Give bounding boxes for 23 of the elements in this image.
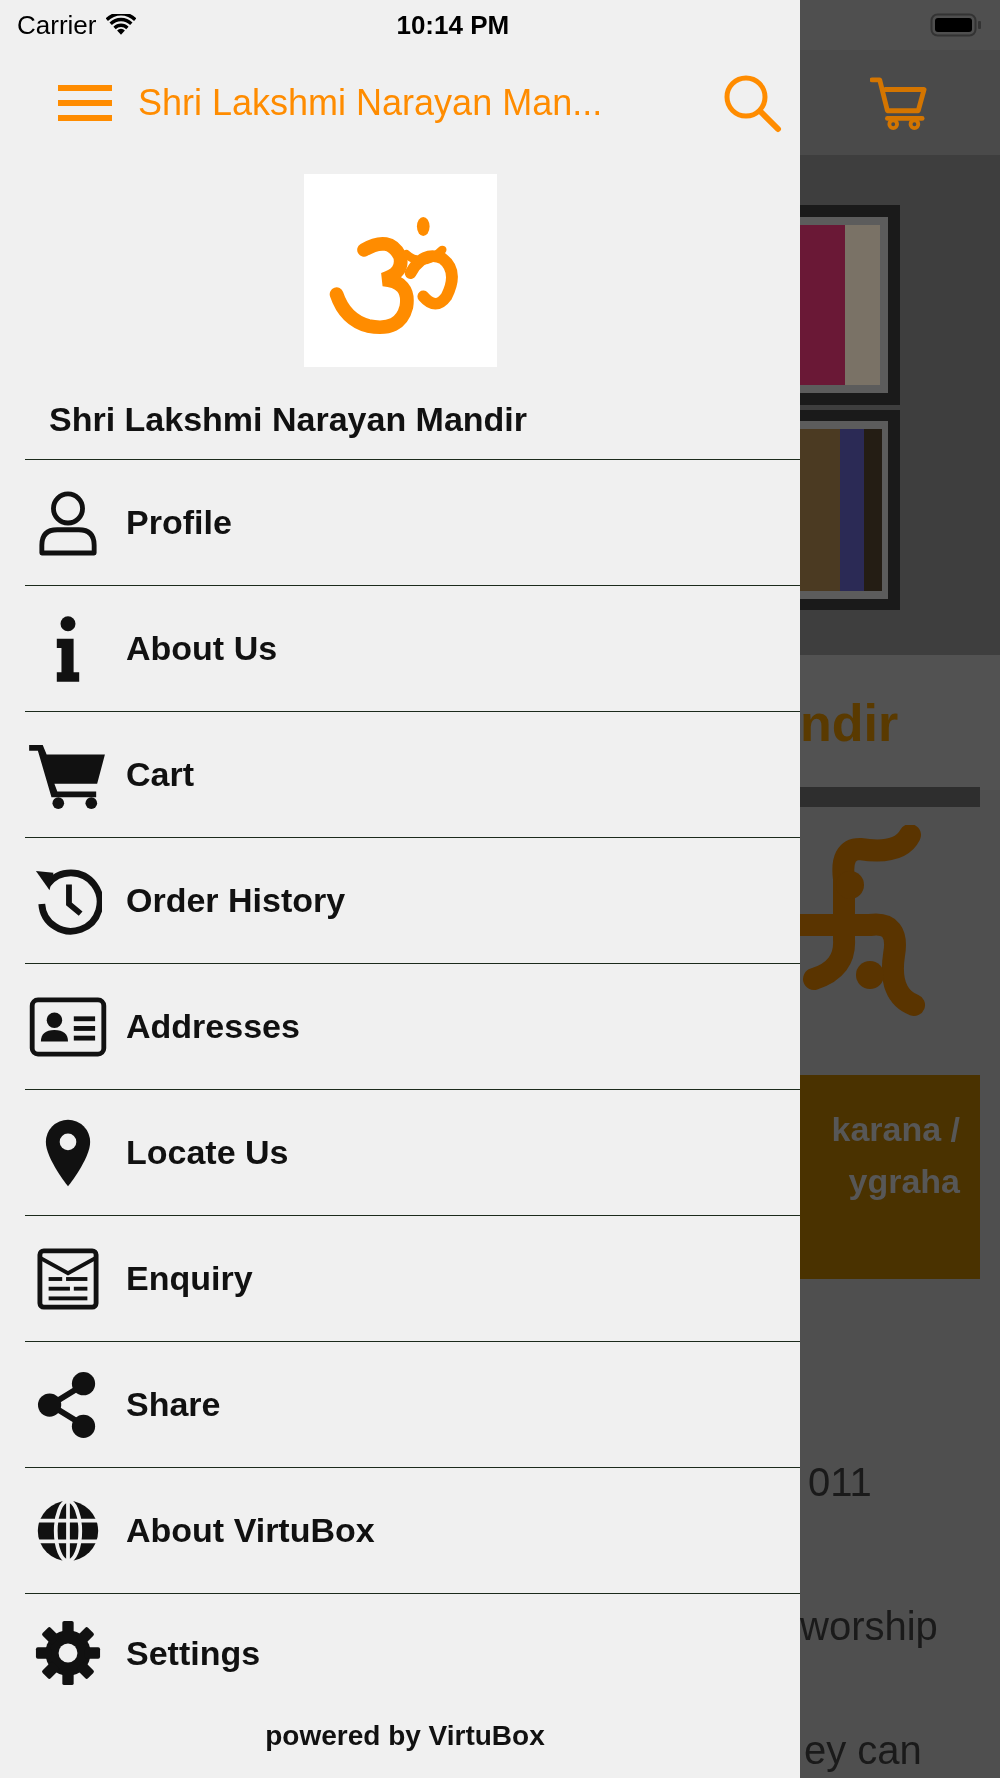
newsletter-icon <box>36 1247 99 1310</box>
menu-item[interactable]: Order History <box>25 837 800 963</box>
menu-item[interactable]: Enquiry <box>25 1215 800 1341</box>
menu-item[interactable]: Profile <box>25 459 800 585</box>
menu-item[interactable]: Cart <box>25 711 800 837</box>
menu-item[interactable]: Settings <box>25 1593 800 1712</box>
settings-icon <box>34 1620 101 1686</box>
battery-icon <box>930 13 982 37</box>
app-title: Shri Lakshmi Narayan Man... <box>138 81 604 124</box>
menu-item[interactable]: About VirtuBox <box>25 1467 800 1593</box>
menu-item[interactable]: Share <box>25 1341 800 1467</box>
status-time: 10:14 PM <box>396 9 510 41</box>
menu-icon[interactable] <box>58 84 112 121</box>
store-name: Shri Lakshmi Narayan Mandir <box>49 399 529 440</box>
menu-item[interactable]: Addresses <box>25 963 800 1089</box>
page-heading: ndir <box>800 692 899 753</box>
menu-item[interactable]: Locate Us <box>25 1089 800 1215</box>
menu-item[interactable]: About Us <box>25 585 800 711</box>
contact-card-icon <box>28 996 107 1057</box>
powered-by-text: powered by VirtuBox <box>264 1720 546 1752</box>
carrier-name: Carrier <box>17 9 97 41</box>
cart-icon <box>870 75 928 130</box>
wifi-icon <box>106 14 137 36</box>
